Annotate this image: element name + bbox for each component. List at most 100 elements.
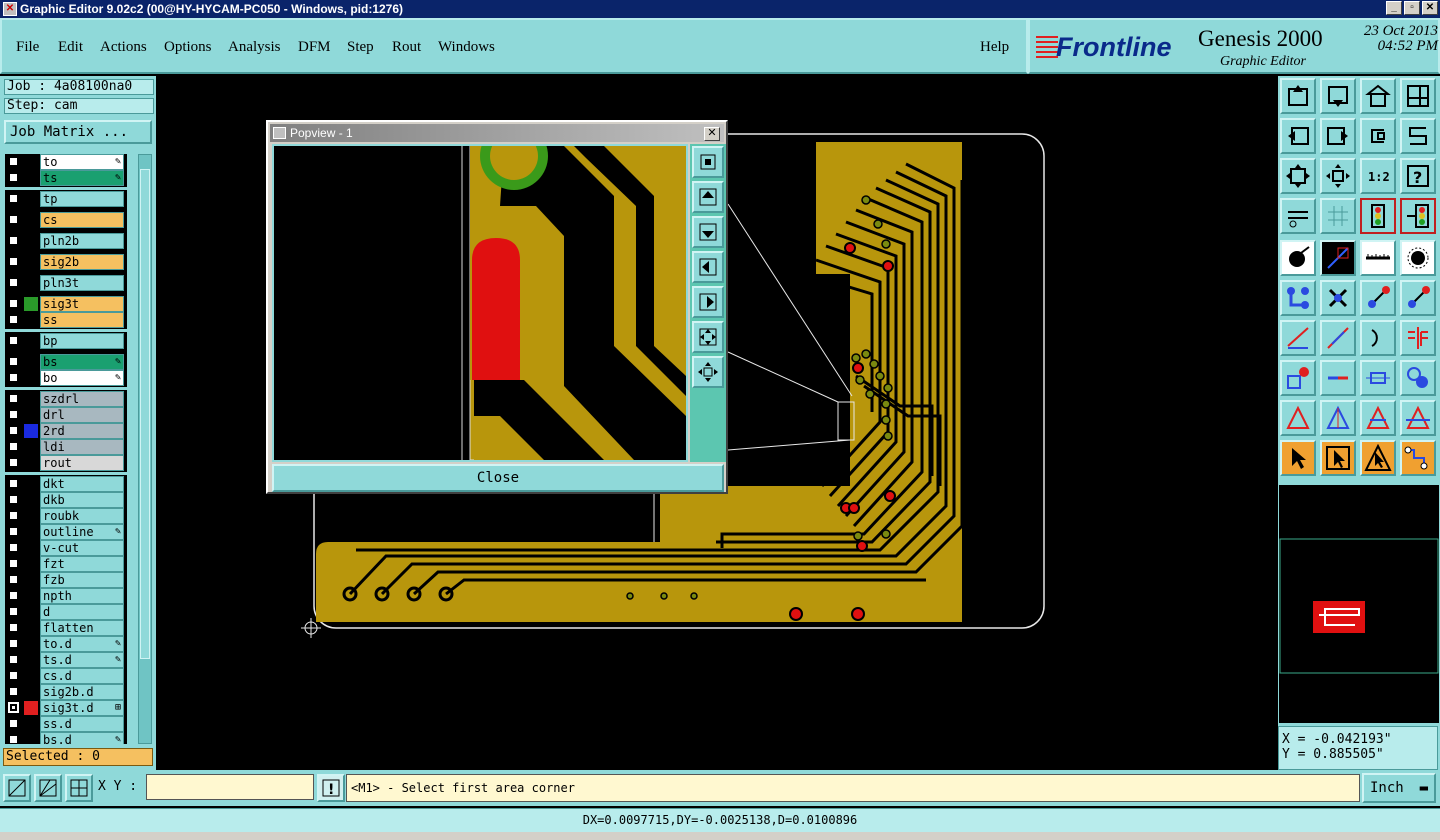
layer-name[interactable]: rout bbox=[40, 455, 124, 471]
layer-checkbox[interactable] bbox=[8, 457, 19, 468]
layer-row[interactable]: tp bbox=[5, 191, 127, 207]
layer-checkbox[interactable] bbox=[8, 686, 19, 697]
layer-name[interactable]: ts.d ✎ bbox=[40, 652, 124, 668]
measure-icon[interactable] bbox=[1360, 240, 1396, 276]
menu-step[interactable]: Step bbox=[347, 39, 374, 56]
layer-name[interactable]: npth bbox=[40, 588, 124, 604]
select-net-icon[interactable] bbox=[1400, 440, 1436, 476]
flip-icon[interactable] bbox=[1400, 320, 1436, 356]
layer-color-swatch[interactable] bbox=[24, 589, 38, 603]
zoom-out-icon[interactable] bbox=[1320, 158, 1356, 194]
select-polygon-icon[interactable] bbox=[1360, 440, 1396, 476]
layer-checkbox[interactable] bbox=[8, 638, 19, 649]
popview-close-x-button[interactable]: ✕ bbox=[704, 127, 720, 141]
layer-name[interactable]: roubk bbox=[40, 508, 124, 524]
scale-one-to-two-icon[interactable]: 1:2 bbox=[1360, 158, 1396, 194]
layer-row[interactable]: to.d ✎ bbox=[5, 636, 127, 652]
layer-color-swatch[interactable] bbox=[24, 424, 38, 438]
layer-row[interactable]: bs ✎ bbox=[5, 354, 127, 370]
menu-analysis[interactable]: Analysis bbox=[228, 39, 281, 56]
layer-row[interactable]: bo ✎ bbox=[5, 370, 127, 386]
layer-scrollbar[interactable] bbox=[138, 154, 152, 744]
layer-name[interactable]: 2rd bbox=[40, 423, 124, 439]
grid-icon[interactable] bbox=[1320, 198, 1356, 234]
add-line-icon[interactable] bbox=[1320, 240, 1356, 276]
layer-row[interactable]: fzt bbox=[5, 556, 127, 572]
split-icon[interactable] bbox=[1320, 360, 1356, 396]
menu-actions[interactable]: Actions bbox=[100, 39, 147, 56]
layer-row[interactable]: sig3t.d ⊞ bbox=[5, 700, 127, 716]
layer-color-swatch[interactable] bbox=[24, 637, 38, 651]
layer-color-swatch[interactable] bbox=[24, 541, 38, 555]
snap-mode-icon[interactable] bbox=[3, 774, 31, 802]
close-window-button[interactable]: ✕ bbox=[1422, 1, 1438, 15]
arc-icon[interactable] bbox=[1360, 320, 1396, 356]
layer-row[interactable]: ts.d ✎ bbox=[5, 652, 127, 668]
popview-pan-right-button[interactable] bbox=[692, 286, 724, 318]
popview-pan-left-button[interactable] bbox=[692, 251, 724, 283]
layer-color-swatch[interactable] bbox=[24, 213, 38, 227]
layer-color-swatch[interactable] bbox=[24, 605, 38, 619]
app-icon[interactable]: ✕ bbox=[3, 2, 17, 16]
layer-name[interactable]: fzt bbox=[40, 556, 124, 572]
layer-row[interactable]: fzb bbox=[5, 572, 127, 588]
job-matrix-button[interactable]: Job Matrix ... bbox=[4, 120, 152, 144]
layer-checkbox[interactable] bbox=[8, 335, 19, 346]
move-icon[interactable] bbox=[1360, 280, 1396, 316]
layer-color-swatch[interactable] bbox=[24, 557, 38, 571]
zoom-window-icon[interactable] bbox=[1400, 78, 1436, 114]
add-surface-icon[interactable] bbox=[1400, 240, 1436, 276]
layer-checkbox[interactable] bbox=[8, 393, 19, 404]
layer-name[interactable]: sig2b.d bbox=[40, 684, 124, 700]
layer-name[interactable]: sig3t bbox=[40, 296, 124, 312]
layer-name[interactable]: d bbox=[40, 604, 124, 620]
layer-checkbox[interactable] bbox=[8, 654, 19, 665]
layer-color-swatch[interactable] bbox=[24, 621, 38, 635]
layer-name[interactable]: ts ✎ bbox=[40, 170, 124, 186]
popview-pan-up-button[interactable] bbox=[692, 181, 724, 213]
layer-name[interactable]: v-cut bbox=[40, 540, 124, 556]
layer-color-swatch[interactable] bbox=[24, 355, 38, 369]
layer-row[interactable]: sig2b bbox=[5, 254, 127, 270]
rotate-icon[interactable] bbox=[1360, 118, 1396, 154]
layer-color-swatch[interactable] bbox=[24, 440, 38, 454]
layer-row[interactable]: to ✎ bbox=[5, 154, 127, 170]
layer-color-swatch[interactable] bbox=[24, 669, 38, 683]
maximize-button[interactable]: ▫ bbox=[1404, 1, 1420, 15]
layer-name[interactable]: dkt bbox=[40, 476, 124, 492]
layer-row[interactable]: ts ✎ bbox=[5, 170, 127, 186]
layer-row[interactable]: ldi bbox=[5, 439, 127, 455]
snap-connect-icon[interactable] bbox=[1400, 198, 1436, 234]
select-box-icon[interactable] bbox=[1320, 440, 1356, 476]
layer-name[interactable]: ss bbox=[40, 312, 124, 328]
layer-color-swatch[interactable] bbox=[24, 653, 38, 667]
layer-color-swatch[interactable] bbox=[24, 701, 38, 715]
layer-row[interactable]: cs.d bbox=[5, 668, 127, 684]
menu-dfm[interactable]: DFM bbox=[298, 39, 331, 56]
resize-icon[interactable] bbox=[1360, 360, 1396, 396]
layer-checkbox[interactable] bbox=[8, 526, 19, 537]
layer-color-swatch[interactable] bbox=[24, 509, 38, 523]
layer-row[interactable]: outline ✎ bbox=[5, 524, 127, 540]
layer-checkbox[interactable] bbox=[8, 193, 19, 204]
connect-icon[interactable] bbox=[1280, 280, 1316, 316]
layer-name[interactable]: bp bbox=[40, 333, 124, 349]
layer-color-swatch[interactable] bbox=[24, 408, 38, 422]
layer-checkbox[interactable] bbox=[8, 670, 19, 681]
layer-name[interactable]: tp bbox=[40, 191, 124, 207]
layer-checkbox[interactable] bbox=[8, 734, 19, 744]
layer-checkbox[interactable] bbox=[8, 574, 19, 585]
layer-name[interactable]: ldi bbox=[40, 439, 124, 455]
layer-row[interactable]: ss bbox=[5, 312, 127, 328]
layer-name[interactable]: pln2b bbox=[40, 233, 124, 249]
settings-icon[interactable] bbox=[1280, 198, 1316, 234]
grid-snap-icon[interactable] bbox=[65, 774, 93, 802]
layer-checkbox[interactable] bbox=[8, 409, 19, 420]
group-icon[interactable] bbox=[1400, 360, 1436, 396]
layer-checkbox[interactable] bbox=[8, 718, 19, 729]
layer-checkbox[interactable] bbox=[8, 277, 19, 288]
layer-name[interactable]: bs ✎ bbox=[40, 354, 124, 370]
layer-row[interactable]: cs bbox=[5, 212, 127, 228]
layer-checkbox[interactable] bbox=[8, 298, 19, 309]
menu-edit[interactable]: Edit bbox=[58, 39, 83, 56]
